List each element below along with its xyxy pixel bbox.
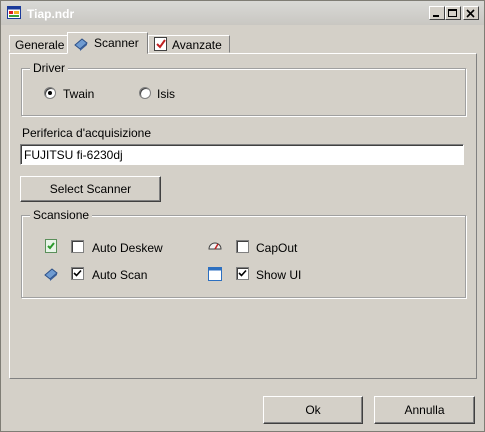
- close-button[interactable]: [463, 6, 479, 20]
- tab-label: Avanzate: [172, 38, 222, 52]
- device-value: FUJITSU fi-6230dj: [24, 148, 123, 162]
- maximize-icon: [448, 9, 457, 17]
- tab-avanzate[interactable]: Avanzate: [148, 35, 230, 53]
- minimize-icon: [433, 15, 439, 17]
- tab-label: Generale: [15, 38, 65, 52]
- select-scanner-button[interactable]: Select Scanner: [20, 176, 161, 202]
- tab-scanner[interactable]: Scanner: [67, 32, 148, 54]
- select-scanner-label: Select Scanner: [49, 182, 132, 196]
- tab-label: Scanner: [94, 36, 139, 50]
- scansione-group: Scansione Auto Deskew CapOut Auto Scan S…: [21, 208, 466, 298]
- scansione-legend: Scansione: [30, 208, 93, 222]
- twain-label[interactable]: Twain: [63, 87, 94, 101]
- dialog-window: Tiap.ndr Generale Scanner Avanzate Drive…: [0, 0, 485, 432]
- driver-legend: Driver: [30, 61, 68, 75]
- twain-radio[interactable]: [44, 87, 56, 99]
- title-bar[interactable]: Tiap.ndr: [1, 1, 484, 25]
- capout-label[interactable]: CapOut: [256, 241, 297, 255]
- tab-generale[interactable]: Generale: [9, 35, 68, 53]
- driver-group: Driver Twain Isis: [21, 61, 466, 116]
- device-field[interactable]: FUJITSU fi-6230dj: [20, 144, 464, 165]
- cancel-button[interactable]: Annulla: [374, 396, 475, 424]
- show-ui-label[interactable]: Show UI: [256, 268, 301, 282]
- minimize-button[interactable]: [429, 6, 445, 20]
- ok-label: Ok: [305, 403, 321, 417]
- check-icon: [73, 269, 82, 277]
- ok-button[interactable]: Ok: [263, 396, 363, 424]
- maximize-button[interactable]: [445, 6, 461, 20]
- gauge-icon: [208, 242, 222, 250]
- deskew-icon: [45, 239, 57, 253]
- check-icon: [238, 269, 247, 277]
- isis-radio[interactable]: [139, 87, 151, 99]
- auto-scan-checkbox[interactable]: [71, 267, 84, 280]
- tab-panel-scanner: Driver Twain Isis Periferica d'acquisizi…: [9, 53, 477, 379]
- tab-strip: Generale Scanner Avanzate: [9, 32, 479, 54]
- cancel-label: Annulla: [404, 403, 445, 417]
- capout-checkbox[interactable]: [236, 240, 249, 253]
- scanner-icon: [74, 38, 88, 51]
- auto-deskew-checkbox[interactable]: [71, 240, 84, 253]
- app-icon: [7, 6, 21, 19]
- window-title: Tiap.ndr: [27, 7, 75, 21]
- device-label: Periferica d'acquisizione: [22, 126, 152, 140]
- auto-deskew-label[interactable]: Auto Deskew: [92, 241, 163, 255]
- isis-label[interactable]: Isis: [157, 87, 175, 101]
- auto-scan-label[interactable]: Auto Scan: [92, 268, 147, 282]
- close-icon: [466, 9, 475, 18]
- window-icon: [208, 267, 222, 281]
- checklist-icon: [154, 37, 167, 51]
- show-ui-checkbox[interactable]: [236, 267, 249, 280]
- scanner-icon: [44, 268, 58, 281]
